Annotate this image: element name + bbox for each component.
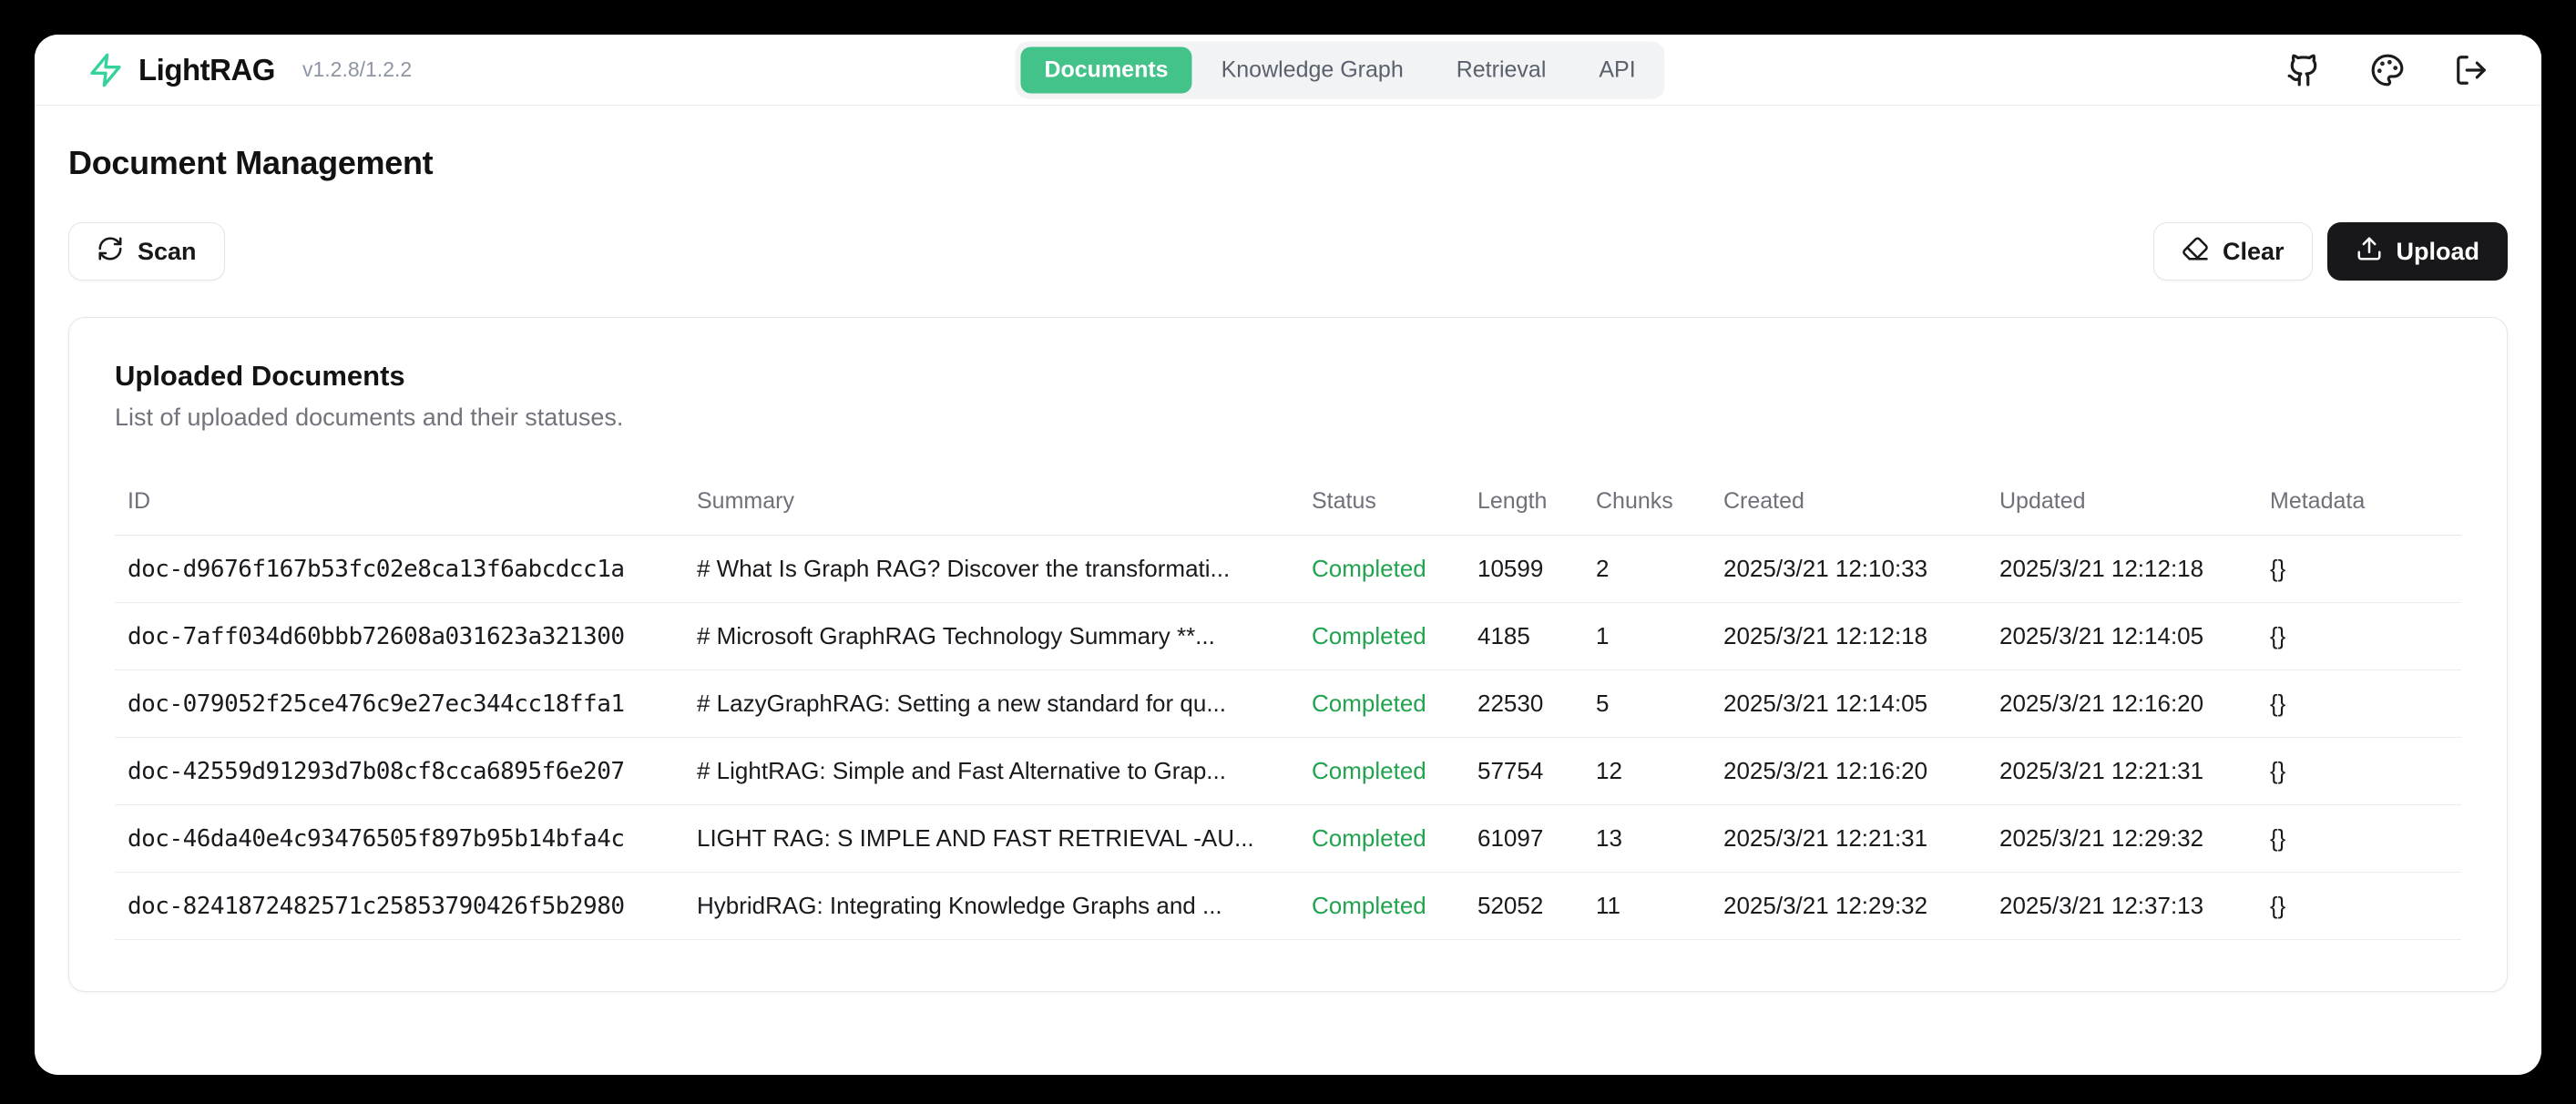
column-header-id: ID [115, 474, 684, 536]
doc-updated-cell: 2025/3/21 12:14:05 [1987, 603, 2257, 670]
doc-metadata-cell: {} [2257, 670, 2461, 738]
documents-table-header: ID Summary Status Length Chunks Created … [115, 474, 2461, 536]
doc-created-cell: 2025/3/21 12:29:32 [1711, 873, 1987, 940]
doc-created-cell: 2025/3/21 12:10:33 [1711, 536, 1987, 603]
doc-summary-cell: HybridRAG: Integrating Knowledge Graphs … [684, 873, 1299, 940]
topbar: LightRAG v1.2.8/1.2.2 DocumentsKnowledge… [35, 35, 2541, 106]
brand: LightRAG v1.2.8/1.2.2 [87, 52, 412, 88]
scan-button[interactable]: Scan [68, 222, 225, 281]
toolbar: Scan Clear [68, 222, 2508, 281]
lightning-bolt-icon [87, 52, 124, 88]
doc-id-cell: doc-079052f25ce476c9e27ec344cc18ffa1 [115, 670, 684, 738]
column-header-metadata: Metadata [2257, 474, 2461, 536]
column-header-chunks: Chunks [1583, 474, 1711, 536]
doc-length-cell: 22530 [1465, 670, 1583, 738]
tab-retrieval[interactable]: Retrieval [1433, 46, 1570, 93]
doc-summary-cell: # LightRAG: Simple and Fast Alternative … [684, 738, 1299, 805]
table-row[interactable]: doc-d9676f167b53fc02e8ca13f6abcdcc1a # W… [115, 536, 2461, 603]
doc-length-cell: 61097 [1465, 805, 1583, 873]
doc-created-cell: 2025/3/21 12:21:31 [1711, 805, 1987, 873]
app-window: LightRAG v1.2.8/1.2.2 DocumentsKnowledge… [35, 35, 2541, 1075]
doc-id-cell: doc-8241872482571c25853790426f5b2980 [115, 873, 684, 940]
clear-button[interactable]: Clear [2153, 222, 2313, 281]
refresh-icon [97, 235, 124, 269]
table-row[interactable]: doc-42559d91293d7b08cf8cca6895f6e207 # L… [115, 738, 2461, 805]
tab-api[interactable]: API [1575, 46, 1659, 93]
doc-status-badge: Completed [1299, 805, 1465, 873]
doc-length-cell: 10599 [1465, 536, 1583, 603]
doc-updated-cell: 2025/3/21 12:21:31 [1987, 738, 2257, 805]
upload-icon [2356, 235, 2383, 269]
doc-chunks-cell: 2 [1583, 536, 1711, 603]
doc-id-cell: doc-d9676f167b53fc02e8ca13f6abcdcc1a [115, 536, 684, 603]
doc-id-cell: doc-7aff034d60bbb72608a031623a321300 [115, 603, 684, 670]
card-subtitle: List of uploaded documents and their sta… [115, 404, 2461, 432]
doc-created-cell: 2025/3/21 12:16:20 [1711, 738, 1987, 805]
tab-knowledge-graph[interactable]: Knowledge Graph [1198, 46, 1427, 93]
scan-button-label: Scan [138, 238, 197, 266]
doc-summary-cell: # What Is Graph RAG? Discover the transf… [684, 536, 1299, 603]
logout-icon[interactable] [2454, 53, 2489, 87]
upload-button[interactable]: Upload [2327, 222, 2509, 281]
doc-updated-cell: 2025/3/21 12:29:32 [1987, 805, 2257, 873]
doc-updated-cell: 2025/3/21 12:37:13 [1987, 873, 2257, 940]
column-header-created: Created [1711, 474, 1987, 536]
column-header-length: Length [1465, 474, 1583, 536]
doc-metadata-cell: {} [2257, 603, 2461, 670]
upload-button-label: Upload [2397, 238, 2480, 266]
doc-updated-cell: 2025/3/21 12:16:20 [1987, 670, 2257, 738]
doc-summary-cell: # LazyGraphRAG: Setting a new standard f… [684, 670, 1299, 738]
doc-summary-cell: LIGHT RAG: S IMPLE AND FAST RETRIEVAL -A… [684, 805, 1299, 873]
app-name: LightRAG [138, 53, 275, 87]
table-row[interactable]: doc-079052f25ce476c9e27ec344cc18ffa1 # L… [115, 670, 2461, 738]
doc-updated-cell: 2025/3/21 12:12:18 [1987, 536, 2257, 603]
documents-table: ID Summary Status Length Chunks Created … [115, 474, 2461, 940]
doc-chunks-cell: 11 [1583, 873, 1711, 940]
doc-chunks-cell: 12 [1583, 738, 1711, 805]
doc-status-badge: Completed [1299, 603, 1465, 670]
doc-status-badge: Completed [1299, 738, 1465, 805]
clear-button-label: Clear [2223, 238, 2285, 266]
doc-length-cell: 52052 [1465, 873, 1583, 940]
uploaded-documents-card: Uploaded Documents List of uploaded docu… [68, 317, 2508, 992]
doc-metadata-cell: {} [2257, 536, 2461, 603]
documents-table-body: doc-d9676f167b53fc02e8ca13f6abcdcc1a # W… [115, 536, 2461, 940]
eraser-icon [2182, 235, 2209, 269]
doc-id-cell: doc-46da40e4c93476505f897b95b14bfa4c [115, 805, 684, 873]
doc-summary-cell: # Microsoft GraphRAG Technology Summary … [684, 603, 1299, 670]
main-content: Document Management Scan [35, 144, 2541, 992]
doc-created-cell: 2025/3/21 12:14:05 [1711, 670, 1987, 738]
doc-status-badge: Completed [1299, 670, 1465, 738]
card-title: Uploaded Documents [115, 360, 2461, 393]
doc-created-cell: 2025/3/21 12:12:18 [1711, 603, 1987, 670]
doc-chunks-cell: 13 [1583, 805, 1711, 873]
doc-status-badge: Completed [1299, 536, 1465, 603]
doc-chunks-cell: 5 [1583, 670, 1711, 738]
app-version: v1.2.8/1.2.2 [302, 57, 412, 82]
table-row[interactable]: doc-7aff034d60bbb72608a031623a321300 # M… [115, 603, 2461, 670]
doc-metadata-cell: {} [2257, 738, 2461, 805]
doc-length-cell: 4185 [1465, 603, 1583, 670]
doc-id-cell: doc-42559d91293d7b08cf8cca6895f6e207 [115, 738, 684, 805]
doc-metadata-cell: {} [2257, 873, 2461, 940]
doc-metadata-cell: {} [2257, 805, 2461, 873]
column-header-summary: Summary [684, 474, 1299, 536]
main-nav-tabs: DocumentsKnowledge GraphRetrievalAPI [1015, 41, 1664, 98]
tab-documents[interactable]: Documents [1020, 46, 1191, 93]
palette-icon[interactable] [2370, 53, 2405, 87]
table-row[interactable]: doc-8241872482571c25853790426f5b2980 Hyb… [115, 873, 2461, 940]
table-row[interactable]: doc-46da40e4c93476505f897b95b14bfa4c LIG… [115, 805, 2461, 873]
column-header-status: Status [1299, 474, 1465, 536]
github-icon[interactable] [2286, 53, 2321, 87]
doc-length-cell: 57754 [1465, 738, 1583, 805]
topbar-actions [2286, 53, 2489, 87]
column-header-updated: Updated [1987, 474, 2257, 536]
page-title: Document Management [68, 144, 2508, 182]
doc-chunks-cell: 1 [1583, 603, 1711, 670]
doc-status-badge: Completed [1299, 873, 1465, 940]
